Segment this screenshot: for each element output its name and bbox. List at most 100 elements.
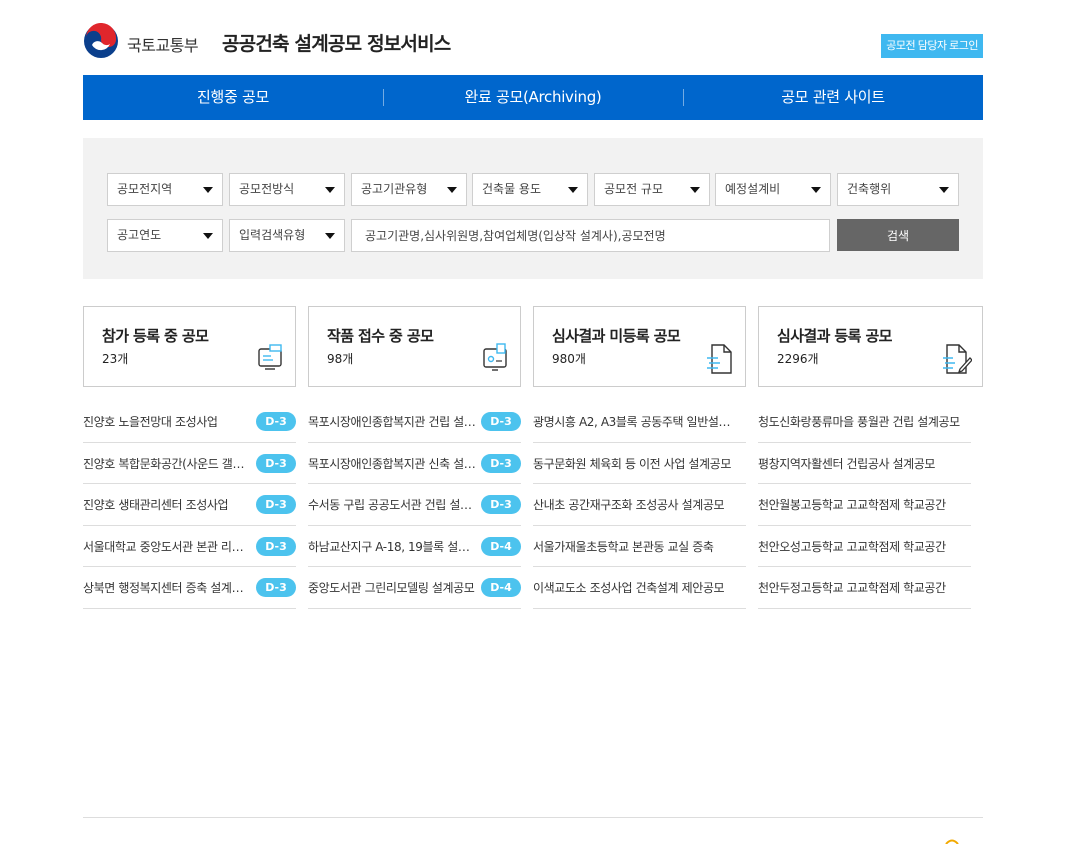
list-item[interactable]: 천안두정고등학교 고교학점제 학교공간 <box>758 567 971 609</box>
list-item-title: 광명시흥 A2, A3블록 공동주택 일반설계공모 <box>533 415 738 429</box>
filter-label: 건축물 용도 <box>482 182 542 196</box>
dropdown-arrow-icon <box>325 233 335 239</box>
keyword-search-input[interactable] <box>351 219 830 252</box>
d-day-badge: D-3 <box>256 412 296 431</box>
list-item-title: 상북면 행정복지센터 증축 설계공모 <box>83 581 251 595</box>
filter-label: 건축행위 <box>847 182 892 196</box>
dropdown-arrow-icon <box>447 187 457 193</box>
dropdown-arrow-icon <box>203 187 213 193</box>
list-item-title: 천안오성고등학교 고교학점제 학교공간 <box>758 539 946 554</box>
taegeuk-logo-icon[interactable] <box>83 23 119 59</box>
card-title: 심사결과 등록 공모 <box>777 327 892 345</box>
monitor-icon <box>258 344 282 370</box>
nav-related-sites[interactable]: 공모 관련 사이트 <box>683 75 983 120</box>
filter-label: 예정설계비 <box>725 182 781 196</box>
list-item[interactable]: 진양호 생태관리센터 조성사업 D-3 <box>83 484 296 526</box>
list-item[interactable]: 목포시장애인종합복지관 신축 설계공모 D-3 <box>308 443 521 484</box>
list-item[interactable]: 수서동 구립 공공도서관 건립 설계공모 D-3 <box>308 484 521 526</box>
card-count: 2296개 <box>777 352 819 366</box>
list-item[interactable]: 서울가재울초등학교 본관동 교실 증축 <box>533 526 746 567</box>
d-day-badge: D-3 <box>481 495 521 514</box>
filter-region-select[interactable]: 공모전지역 <box>107 173 223 206</box>
dropdown-arrow-icon <box>811 187 821 193</box>
card-submission-open[interactable]: 작품 접수 중 공모 98개 <box>308 306 521 387</box>
list-item-title: 서울대학교 중앙도서관 본관 리모델링 <box>83 539 251 554</box>
list-item[interactable]: 하남교산지구 A-18, 19블록 설계공모 D-4 <box>308 526 521 567</box>
filter-label: 공고연도 <box>117 228 162 242</box>
card-registration-open[interactable]: 참가 등록 중 공모 23개 <box>83 306 296 387</box>
nav-ongoing-contests[interactable]: 진행중 공모 <box>83 75 383 120</box>
site-header: 국토교통부 공공건축 설계공모 정보서비스 공모전 담당자 로그인 <box>83 22 983 62</box>
d-day-badge: D-3 <box>256 578 296 597</box>
filter-label: 입력검색유형 <box>239 228 306 242</box>
card-title: 작품 접수 중 공모 <box>327 327 434 345</box>
admin-login-button[interactable]: 공모전 담당자 로그인 <box>881 34 983 58</box>
list-item-title: 하남교산지구 A-18, 19블록 설계공모 <box>308 539 476 554</box>
dropdown-arrow-icon <box>568 187 578 193</box>
card-count: 98개 <box>327 352 354 366</box>
dropdown-arrow-icon <box>939 187 949 193</box>
filter-year-select[interactable]: 공고연도 <box>107 219 223 252</box>
filter-building-action-select[interactable]: 건축행위 <box>837 173 959 206</box>
filter-scale-select[interactable]: 공모전 규모 <box>594 173 710 206</box>
contest-list-results-registered: 청도신화랑풍류마을 풍월관 건립 설계공모 평창지역자활센터 건립공사 설계공모… <box>758 401 971 609</box>
filter-method-select[interactable]: 공모전방식 <box>229 173 345 206</box>
document-edit-icon <box>943 344 972 374</box>
list-item[interactable]: 평창지역자활센터 건립공사 설계공모 <box>758 443 971 484</box>
list-item[interactable]: 천안오성고등학교 고교학점제 학교공간 <box>758 526 971 567</box>
search-panel: 공모전지역 공모전방식 공고기관유형 건축물 용도 공모전 규모 예정설계비 건… <box>83 138 983 279</box>
list-item[interactable]: 상북면 행정복지센터 증축 설계공모 D-3 <box>83 567 296 609</box>
list-item-title: 청도신화랑풍류마을 풍월관 건립 설계공모 <box>758 415 960 429</box>
list-item[interactable]: 광명시흥 A2, A3블록 공동주택 일반설계공모 <box>533 401 746 443</box>
search-button[interactable]: 검색 <box>837 219 959 251</box>
card-results-unregistered[interactable]: 심사결과 미등록 공모 980개 <box>533 306 746 387</box>
list-item[interactable]: 중앙도서관 그린리모델링 설계공모 D-4 <box>308 567 521 609</box>
filter-agency-type-select[interactable]: 공고기관유형 <box>351 173 467 206</box>
list-item-title: 진양호 노을전망대 조성사업 <box>83 415 218 429</box>
document-list-icon <box>707 344 732 374</box>
card-title: 참가 등록 중 공모 <box>102 327 209 345</box>
filter-building-use-select[interactable]: 건축물 용도 <box>472 173 588 206</box>
list-item-title: 천안월봉고등학교 고교학점제 학교공간 <box>758 498 946 512</box>
list-item[interactable]: 동구문화원 체육회 등 이전 사업 설계공모 <box>533 443 746 484</box>
list-item-title: 수서동 구립 공공도서관 건립 설계공모 <box>308 498 476 512</box>
document-submit-icon <box>483 343 507 371</box>
card-title: 심사결과 미등록 공모 <box>552 327 681 345</box>
list-item[interactable]: 진양호 노을전망대 조성사업 D-3 <box>83 401 296 443</box>
list-item-title: 평창지역자활센터 건립공사 설계공모 <box>758 456 936 471</box>
filter-search-type-select[interactable]: 입력검색유형 <box>229 219 345 252</box>
site-title[interactable]: 공공건축 설계공모 정보서비스 <box>222 29 451 56</box>
filter-label: 공모전방식 <box>239 182 295 196</box>
main-nav: 진행중 공모 완료 공모(Archiving) 공모 관련 사이트 <box>83 75 983 120</box>
filter-label: 공모전지역 <box>117 182 173 196</box>
list-item-title: 동구문화원 체육회 등 이전 사업 설계공모 <box>533 456 731 471</box>
card-count: 23개 <box>102 352 129 366</box>
card-results-registered[interactable]: 심사결과 등록 공모 2296개 <box>758 306 983 387</box>
footer-logo-icon <box>945 839 959 844</box>
card-count: 980개 <box>552 352 586 366</box>
list-item[interactable]: 이색교도소 조성사업 건축설계 제안공모 <box>533 567 746 609</box>
contest-list-results-unregistered: 광명시흥 A2, A3블록 공동주택 일반설계공모 동구문화원 체육회 등 이전… <box>533 401 746 609</box>
list-item[interactable]: 청도신화랑풍류마을 풍월관 건립 설계공모 <box>758 401 971 443</box>
d-day-badge: D-4 <box>481 536 521 556</box>
filter-design-fee-select[interactable]: 예정설계비 <box>715 173 831 206</box>
dropdown-arrow-icon <box>690 187 700 193</box>
list-item[interactable]: 천안월봉고등학교 고교학점제 학교공간 <box>758 484 971 526</box>
contest-list-registration: 진양호 노을전망대 조성사업 D-3 진양호 복합문화공간(사운드 갤러리) D-3… <box>83 401 296 609</box>
filter-label: 공고기관유형 <box>361 182 428 196</box>
list-item[interactable]: 서울대학교 중앙도서관 본관 리모델링 D-3 <box>83 526 296 567</box>
list-item[interactable]: 산내초 공간재구조화 조성공사 설계공모 <box>533 484 746 526</box>
d-day-badge: D-3 <box>256 536 296 556</box>
list-item-title: 목포시장애인종합복지관 건립 설계공모 <box>308 415 476 429</box>
d-day-badge: D-3 <box>256 453 296 473</box>
d-day-badge: D-3 <box>481 453 521 473</box>
ministry-name[interactable]: 국토교통부 <box>127 32 199 56</box>
d-day-badge: D-3 <box>481 412 521 431</box>
list-item[interactable]: 진양호 복합문화공간(사운드 갤러리) D-3 <box>83 443 296 484</box>
d-day-badge: D-3 <box>256 495 296 514</box>
list-item-title: 천안두정고등학교 고교학점제 학교공간 <box>758 581 946 595</box>
list-item[interactable]: 목포시장애인종합복지관 건립 설계공모 D-3 <box>308 401 521 443</box>
nav-completed-contests[interactable]: 완료 공모(Archiving) <box>383 75 683 120</box>
list-item-title: 진양호 복합문화공간(사운드 갤러리) <box>83 456 251 471</box>
dropdown-arrow-icon <box>203 233 213 239</box>
